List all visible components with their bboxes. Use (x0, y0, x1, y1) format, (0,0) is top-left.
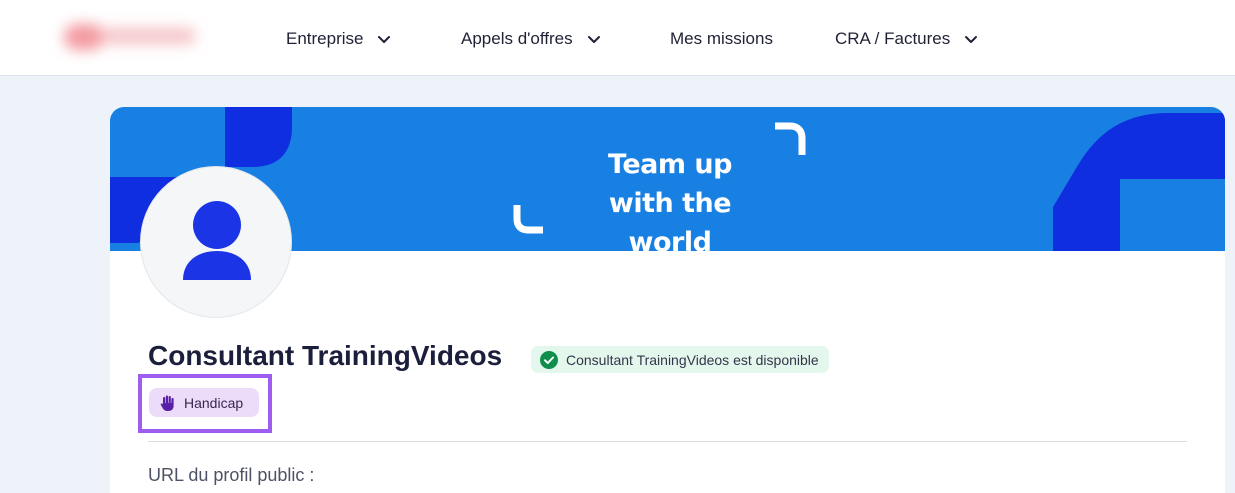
nav-item-label: Appels d'offres (461, 29, 573, 48)
handicap-badge: Handicap (149, 388, 259, 417)
availability-text: Consultant TrainingVideos est disponible (566, 351, 819, 368)
chevron-down-icon (587, 36, 600, 43)
nav-item-entreprise[interactable]: Entreprise (286, 26, 393, 52)
section-divider (148, 441, 1187, 442)
top-navigation: Entreprise Appels d'offres Mes missions … (0, 0, 1235, 76)
hand-icon (160, 395, 174, 411)
nav-item-label: CRA / Factures (835, 29, 951, 48)
profile-name: Consultant TrainingVideos (148, 340, 503, 371)
availability-badge: Consultant TrainingVideos est disponible (531, 346, 829, 373)
chevron-down-icon (965, 36, 978, 43)
check-circle-icon (540, 350, 558, 369)
banner-slogan-line-1: Team up (608, 149, 732, 180)
nav-item-label: Entreprise (286, 29, 364, 48)
public-url-label: URL du profil public : (148, 465, 315, 485)
nav-item-label: Mes missions (670, 29, 773, 48)
nav-item-mes-missions[interactable]: Mes missions (670, 26, 773, 52)
banner-slogan-line-2: with the world (608, 188, 732, 251)
nav-item-cra-factures[interactable]: CRA / Factures (835, 26, 980, 52)
banner-slogan: Team up with the world (564, 145, 776, 251)
handicap-label: Handicap (184, 394, 244, 411)
avatar[interactable] (140, 166, 292, 318)
chevron-down-icon (378, 36, 391, 43)
nav-item-appels-offres[interactable]: Appels d'offres (461, 26, 603, 52)
company-logo[interactable] (58, 10, 208, 62)
user-icon (183, 201, 251, 280)
